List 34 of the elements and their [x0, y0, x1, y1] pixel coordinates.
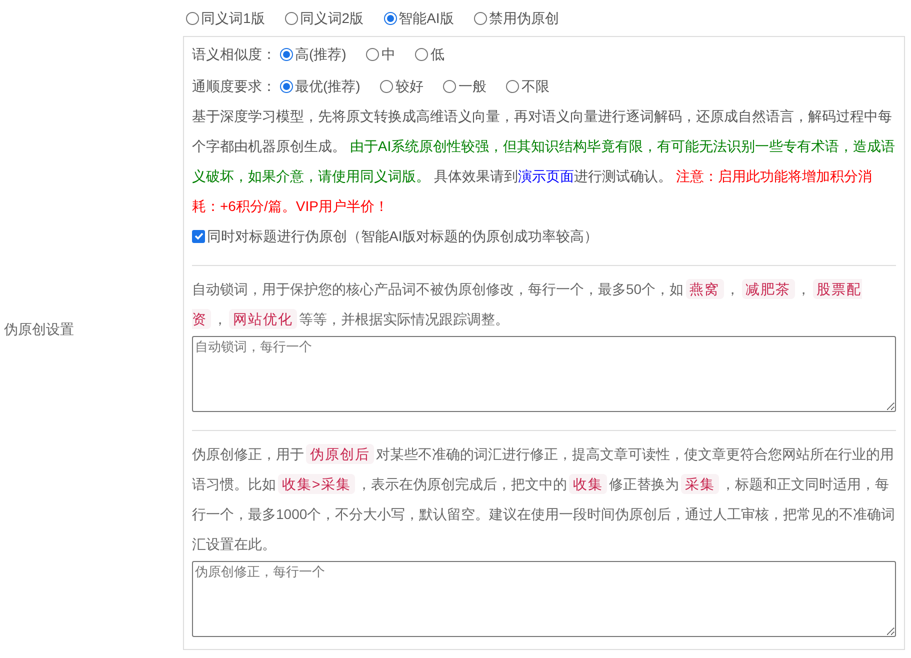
radio-label[interactable]: 中 [381, 44, 396, 64]
section-label: 伪原创设置 [4, 320, 74, 338]
radio-label[interactable]: 智能AI版 [398, 8, 454, 28]
checkbox-label[interactable]: 同时对标题进行伪原创（智能AI版对标题的伪原创成功率较高） [207, 226, 598, 246]
radio-button[interactable] [443, 80, 456, 92]
radio-button[interactable] [280, 48, 293, 60]
radio-button[interactable] [415, 48, 428, 60]
radio-label[interactable]: 高(推荐) [295, 44, 346, 64]
radio-button[interactable] [384, 12, 397, 24]
radio-label[interactable]: 同义词2版 [300, 8, 364, 28]
radio-button[interactable] [474, 12, 487, 24]
radio-label[interactable]: 较好 [395, 76, 424, 96]
radio-button[interactable] [186, 12, 199, 24]
radio-label[interactable]: 最优(推荐) [295, 76, 360, 96]
description-text: 自动锁词，用于保护您的核心产品词不被伪原创修改，每行一个，最多50个，如 燕窝 ， 减肥茶 ， 股票配资 ， 网站优化 等等，并根据实际情况跟踪调整。 [192, 278, 863, 331]
corrections-input[interactable]: 伪原创修正，每行一个 [192, 561, 896, 637]
radio-label[interactable]: 同义词1版 [201, 8, 265, 28]
radio-button[interactable] [366, 48, 380, 60]
description-text: 伪原创修正，用于 伪原创后 对某些不准确的词汇进行修正，提高文章可读性，使文章更符合您网站所在行业的用语习惯。比如 收集>采集 ，表示在伪原创完成后，把文中的 收集 修正替换为 采集 ，标题和正文同时适用，每行一个，最多1000个，不分大小写，默认留空。建议在使用一段时间伪原创后，通过人工审核，把常见的不准确词汇设置在此。 [192, 443, 896, 554]
radio-label[interactable]: 不限 [521, 76, 550, 96]
radio-label[interactable]: 禁用伪原创 [488, 8, 559, 28]
radio-button[interactable] [284, 12, 298, 24]
radio-button[interactable] [280, 80, 293, 92]
check-icon [194, 231, 204, 241]
radio-button[interactable] [506, 80, 520, 92]
checkbox[interactable] [192, 230, 205, 242]
lock-words-input[interactable]: 自动锁词，每行一个 [192, 336, 896, 412]
option-label: 通顺度要求： [192, 76, 276, 96]
radio-button[interactable] [380, 80, 394, 92]
radio-label[interactable]: 低 [430, 44, 444, 64]
radio-label[interactable]: 一般 [458, 76, 486, 96]
option-label: 语义相似度： [192, 44, 276, 64]
ai-description: 基于深度学习模型，先将原文转换成高维语义向量，再对语义向量进行逐词解码，还原成自然语言，解码过程中每个字都由机器原创生成。 由于AI系统原创性较强，但其知识结构毕竟有限，有可能无法识别一些专有术语，造成语义破坏，如果介意，请使用同义词版。 具体效果请到演示页面进行测试确认。 注意：启用此功能将增加积分消耗：+6积分/篇。VIP用户半价！ [192, 107, 896, 216]
demo-page-link[interactable]: 演示页面 [518, 168, 574, 184]
